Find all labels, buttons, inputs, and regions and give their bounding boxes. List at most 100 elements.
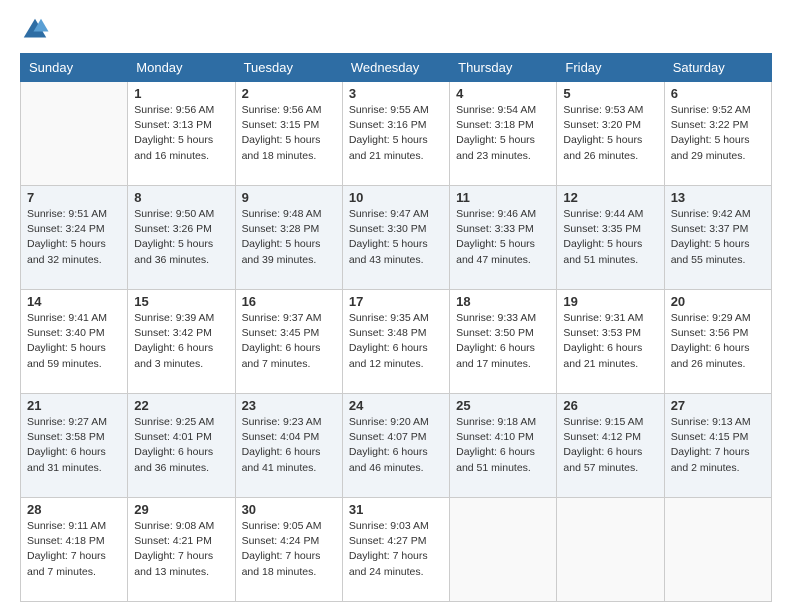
- day-number: 15: [134, 294, 228, 309]
- day-info: Sunrise: 9:56 AMSunset: 3:13 PMDaylight:…: [134, 103, 228, 164]
- day-number: 18: [456, 294, 550, 309]
- day-info: Sunrise: 9:47 AMSunset: 3:30 PMDaylight:…: [349, 207, 443, 268]
- day-info: Sunrise: 9:55 AMSunset: 3:16 PMDaylight:…: [349, 103, 443, 164]
- calendar-cell: 24 Sunrise: 9:20 AMSunset: 4:07 PMDayligh…: [342, 394, 449, 498]
- day-number: 2: [242, 86, 336, 101]
- day-info: Sunrise: 9:05 AMSunset: 4:24 PMDaylight:…: [242, 519, 336, 580]
- calendar-cell: 8 Sunrise: 9:50 AMSunset: 3:26 PMDaylight…: [128, 186, 235, 290]
- day-info: Sunrise: 9:52 AMSunset: 3:22 PMDaylight:…: [671, 103, 765, 164]
- calendar-cell: 15 Sunrise: 9:39 AMSunset: 3:42 PMDayligh…: [128, 290, 235, 394]
- calendar-cell: [557, 498, 664, 602]
- day-info: Sunrise: 9:53 AMSunset: 3:20 PMDaylight:…: [563, 103, 657, 164]
- day-number: 9: [242, 190, 336, 205]
- col-header-friday: Friday: [557, 54, 664, 82]
- calendar-cell: 9 Sunrise: 9:48 AMSunset: 3:28 PMDaylight…: [235, 186, 342, 290]
- col-header-thursday: Thursday: [450, 54, 557, 82]
- day-number: 5: [563, 86, 657, 101]
- day-info: Sunrise: 9:15 AMSunset: 4:12 PMDaylight:…: [563, 415, 657, 476]
- calendar-cell: 14Sunrise: 9:41 AMSunset: 3:40 PMDayligh…: [21, 290, 128, 394]
- col-header-wednesday: Wednesday: [342, 54, 449, 82]
- day-info: Sunrise: 9:48 AMSunset: 3:28 PMDaylight:…: [242, 207, 336, 268]
- day-number: 13: [671, 190, 765, 205]
- day-number: 23: [242, 398, 336, 413]
- day-number: 25: [456, 398, 550, 413]
- calendar-cell: 19 Sunrise: 9:31 AMSunset: 3:53 PMDayligh…: [557, 290, 664, 394]
- calendar-cell: 10 Sunrise: 9:47 AMSunset: 3:30 PMDayligh…: [342, 186, 449, 290]
- header: [20, 15, 772, 45]
- day-number: 6: [671, 86, 765, 101]
- calendar-cell: [21, 82, 128, 186]
- day-info: Sunrise: 9:11 AMSunset: 4:18 PMDaylight:…: [27, 519, 121, 580]
- calendar-cell: 16 Sunrise: 9:37 AMSunset: 3:45 PMDayligh…: [235, 290, 342, 394]
- day-number: 20: [671, 294, 765, 309]
- day-info: Sunrise: 9:56 AMSunset: 3:15 PMDaylight:…: [242, 103, 336, 164]
- day-number: 7: [27, 190, 121, 205]
- day-info: Sunrise: 9:35 AMSunset: 3:48 PMDaylight:…: [349, 311, 443, 372]
- logo-icon: [20, 15, 50, 45]
- day-info: Sunrise: 9:31 AMSunset: 3:53 PMDaylight:…: [563, 311, 657, 372]
- col-header-tuesday: Tuesday: [235, 54, 342, 82]
- day-number: 8: [134, 190, 228, 205]
- day-info: Sunrise: 9:13 AMSunset: 4:15 PMDaylight:…: [671, 415, 765, 476]
- calendar-cell: 20 Sunrise: 9:29 AMSunset: 3:56 PMDayligh…: [664, 290, 771, 394]
- calendar-cell: 2 Sunrise: 9:56 AMSunset: 3:15 PMDaylight…: [235, 82, 342, 186]
- calendar-cell: 29 Sunrise: 9:08 AMSunset: 4:21 PMDayligh…: [128, 498, 235, 602]
- day-number: 28: [27, 502, 121, 517]
- day-number: 17: [349, 294, 443, 309]
- calendar-cell: 22 Sunrise: 9:25 AMSunset: 4:01 PMDayligh…: [128, 394, 235, 498]
- logo: [20, 15, 54, 45]
- day-info: Sunrise: 9:54 AMSunset: 3:18 PMDaylight:…: [456, 103, 550, 164]
- calendar-cell: [450, 498, 557, 602]
- day-number: 26: [563, 398, 657, 413]
- day-info: Sunrise: 9:20 AMSunset: 4:07 PMDaylight:…: [349, 415, 443, 476]
- day-info: Sunrise: 9:42 AMSunset: 3:37 PMDaylight:…: [671, 207, 765, 268]
- day-info: Sunrise: 9:51 AMSunset: 3:24 PMDaylight:…: [27, 207, 121, 268]
- day-number: 29: [134, 502, 228, 517]
- day-info: Sunrise: 9:39 AMSunset: 3:42 PMDaylight:…: [134, 311, 228, 372]
- day-info: Sunrise: 9:25 AMSunset: 4:01 PMDaylight:…: [134, 415, 228, 476]
- day-info: Sunrise: 9:23 AMSunset: 4:04 PMDaylight:…: [242, 415, 336, 476]
- col-header-sunday: Sunday: [21, 54, 128, 82]
- day-number: 24: [349, 398, 443, 413]
- day-info: Sunrise: 9:33 AMSunset: 3:50 PMDaylight:…: [456, 311, 550, 372]
- calendar-cell: 23 Sunrise: 9:23 AMSunset: 4:04 PMDayligh…: [235, 394, 342, 498]
- day-number: 27: [671, 398, 765, 413]
- day-info: Sunrise: 9:50 AMSunset: 3:26 PMDaylight:…: [134, 207, 228, 268]
- calendar-cell: 18 Sunrise: 9:33 AMSunset: 3:50 PMDayligh…: [450, 290, 557, 394]
- calendar-cell: 7 Sunrise: 9:51 AMSunset: 3:24 PMDaylight…: [21, 186, 128, 290]
- day-number: 21: [27, 398, 121, 413]
- calendar-cell: 3 Sunrise: 9:55 AMSunset: 3:16 PMDaylight…: [342, 82, 449, 186]
- day-number: 12: [563, 190, 657, 205]
- day-number: 19: [563, 294, 657, 309]
- calendar-cell: 5 Sunrise: 9:53 AMSunset: 3:20 PMDaylight…: [557, 82, 664, 186]
- day-number: 16: [242, 294, 336, 309]
- day-number: 31: [349, 502, 443, 517]
- calendar-cell: 21 Sunrise: 9:27 AMSunset: 3:58 PMDayligh…: [21, 394, 128, 498]
- day-info: Sunrise: 9:46 AMSunset: 3:33 PMDaylight:…: [456, 207, 550, 268]
- day-info: Sunrise: 9:27 AMSunset: 3:58 PMDaylight:…: [27, 415, 121, 476]
- page: SundayMondayTuesdayWednesdayThursdayFrid…: [0, 0, 792, 612]
- day-info: Sunrise: 9:29 AMSunset: 3:56 PMDaylight:…: [671, 311, 765, 372]
- calendar-cell: 1 Sunrise: 9:56 AMSunset: 3:13 PMDaylight…: [128, 82, 235, 186]
- day-info: Sunrise: 9:37 AMSunset: 3:45 PMDaylight:…: [242, 311, 336, 372]
- day-number: 10: [349, 190, 443, 205]
- calendar-cell: 4Sunrise: 9:54 AMSunset: 3:18 PMDaylight…: [450, 82, 557, 186]
- calendar-cell: 25 Sunrise: 9:18 AMSunset: 4:10 PMDayligh…: [450, 394, 557, 498]
- calendar-cell: 11Sunrise: 9:46 AMSunset: 3:33 PMDayligh…: [450, 186, 557, 290]
- day-info: Sunrise: 9:08 AMSunset: 4:21 PMDaylight:…: [134, 519, 228, 580]
- col-header-monday: Monday: [128, 54, 235, 82]
- calendar-cell: 31 Sunrise: 9:03 AMSunset: 4:27 PMDayligh…: [342, 498, 449, 602]
- calendar-cell: 12 Sunrise: 9:44 AMSunset: 3:35 PMDayligh…: [557, 186, 664, 290]
- day-info: Sunrise: 9:03 AMSunset: 4:27 PMDaylight:…: [349, 519, 443, 580]
- calendar-cell: 13 Sunrise: 9:42 AMSunset: 3:37 PMDayligh…: [664, 186, 771, 290]
- day-number: 30: [242, 502, 336, 517]
- day-number: 3: [349, 86, 443, 101]
- day-info: Sunrise: 9:44 AMSunset: 3:35 PMDaylight:…: [563, 207, 657, 268]
- col-header-saturday: Saturday: [664, 54, 771, 82]
- day-info: Sunrise: 9:18 AMSunset: 4:10 PMDaylight:…: [456, 415, 550, 476]
- calendar-cell: 6 Sunrise: 9:52 AMSunset: 3:22 PMDaylight…: [664, 82, 771, 186]
- day-number: 1: [134, 86, 228, 101]
- day-number: 22: [134, 398, 228, 413]
- day-info: Sunrise: 9:41 AMSunset: 3:40 PMDaylight:…: [27, 311, 121, 372]
- calendar-cell: 26 Sunrise: 9:15 AMSunset: 4:12 PMDayligh…: [557, 394, 664, 498]
